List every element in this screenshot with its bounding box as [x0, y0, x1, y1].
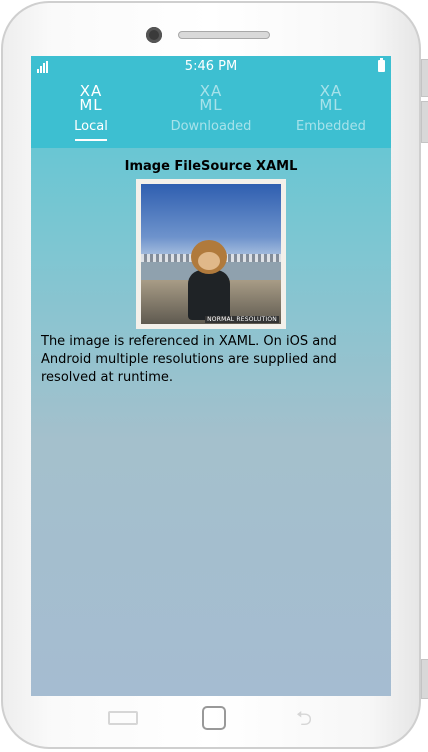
monkey-face	[198, 252, 220, 270]
tab-embedded-label: Embedded	[296, 119, 366, 134]
front-camera	[146, 27, 162, 43]
earpiece-speaker	[178, 31, 270, 39]
tab-selected-indicator	[75, 139, 107, 141]
image-caption: NORMAL RESOLUTION	[205, 316, 279, 323]
home-icon[interactable]	[202, 706, 226, 730]
monkey-photo: NORMAL RESOLUTION	[136, 179, 286, 329]
xaml-icon: XA ML	[79, 82, 103, 114]
status-time: 5:46 PM	[184, 59, 238, 74]
tab-embedded[interactable]: XA ML Embedded	[271, 78, 391, 148]
description-text: The image is referenced in XAML. On iOS …	[41, 334, 337, 385]
tab-downloaded-label: Downloaded	[170, 119, 252, 134]
back-arrow-icon[interactable]: ⮌	[288, 708, 320, 728]
page-title: Image FileSource XAML	[124, 159, 298, 174]
power-button	[421, 659, 428, 699]
tab-local-label: Local	[74, 119, 108, 134]
recent-apps-icon[interactable]	[108, 711, 138, 725]
monkey-body	[188, 270, 230, 320]
tab-local[interactable]: XA ML Local	[31, 78, 151, 148]
app-screen: 5:46 PM XA ML Local XA ML Downloaded XA …	[31, 56, 391, 696]
photo-content: NORMAL RESOLUTION	[141, 184, 281, 324]
tab-bar: XA ML Local XA ML Downloaded XA ML Embed…	[31, 78, 391, 148]
battery-icon	[378, 58, 385, 72]
volume-up-button	[421, 59, 428, 97]
tab-downloaded[interactable]: XA ML Downloaded	[151, 78, 271, 148]
volume-down-button	[421, 101, 428, 143]
xaml-icon: XA ML	[319, 82, 343, 114]
status-bar: 5:46 PM	[31, 56, 391, 78]
xaml-icon: XA ML	[199, 82, 223, 114]
